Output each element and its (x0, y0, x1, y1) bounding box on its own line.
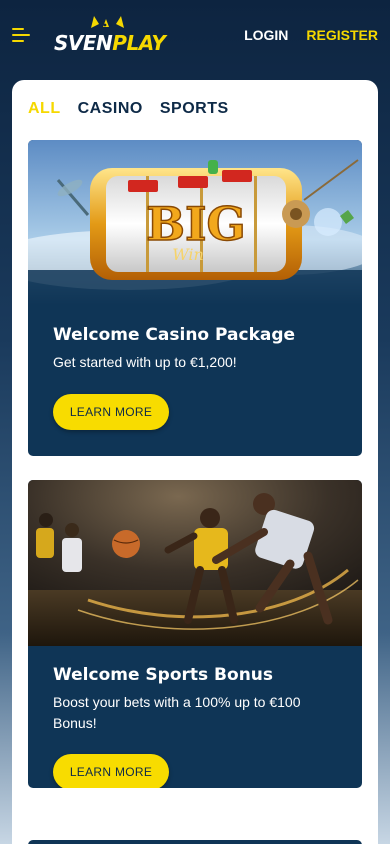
promo-description: Boost your bets with a 100% up to €100 B… (53, 694, 301, 731)
promo-tabs: ALL CASINO SPORTS (28, 100, 229, 118)
big-win-art-text: BIG (146, 197, 246, 251)
promo-card-sports: Welcome Sports Bonus Boost your bets wit… (28, 480, 362, 788)
tab-sports[interactable]: SPORTS (160, 100, 229, 118)
tab-casino[interactable]: CASINO (78, 100, 143, 118)
learn-more-button[interactable]: LEARN MORE (53, 754, 169, 788)
logo-text-sven: SVEN (54, 31, 113, 55)
logo-ears-icon (91, 16, 124, 28)
register-link[interactable]: REGISTER (306, 27, 378, 43)
promo-card-casino: BIG Win Welcome Casino Package Get start… (28, 140, 362, 456)
slot-machine-big-win-image: BIG Win (28, 140, 362, 306)
promo-title: Welcome Casino Package (53, 325, 296, 345)
logo-text-play: PLAY (112, 31, 166, 55)
basketball-players-image (28, 480, 362, 646)
tab-all[interactable]: ALL (28, 100, 61, 118)
promotions-panel: ALL CASINO SPORTS BIG Win Welcome Casino… (12, 80, 378, 844)
menu-icon[interactable] (12, 28, 30, 42)
svg-text:Win: Win (172, 245, 204, 264)
login-link[interactable]: LOGIN (244, 27, 288, 43)
promo-title: Welcome Sports Bonus (53, 665, 274, 685)
svenplay-logo[interactable]: SVENPLAY (54, 15, 166, 55)
promo-card-next (28, 840, 362, 844)
top-header: SVENPLAY LOGIN REGISTER (0, 0, 390, 70)
promo-description: Get started with up to €1,200! (53, 354, 237, 370)
learn-more-button[interactable]: LEARN MORE (53, 394, 169, 430)
